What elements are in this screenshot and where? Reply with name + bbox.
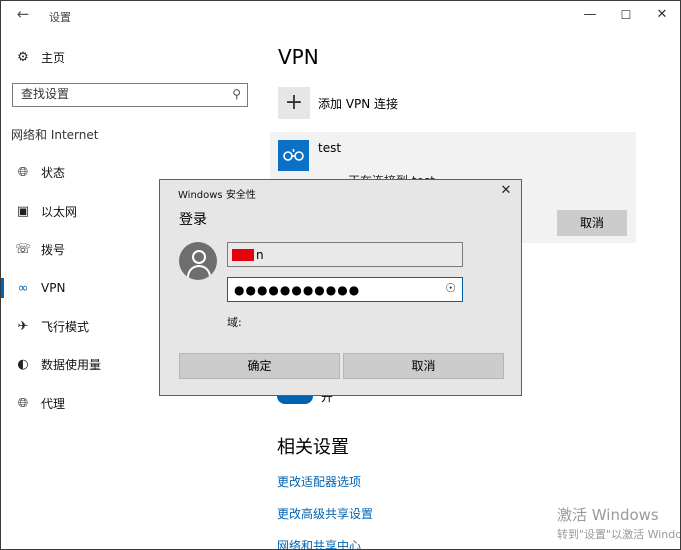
- settings-window: ← 设置 — ☐ ✕ ⚙ 主页 ⚲ 网络和 Internet 🌐︎ 状态 ▣ 以…: [0, 0, 681, 550]
- user-avatar-icon: [179, 242, 217, 280]
- gear-icon: ⚙: [17, 49, 29, 65]
- ethernet-icon: ▣: [16, 203, 30, 219]
- password-input[interactable]: [234, 283, 434, 297]
- dialog-title: Windows 安全性: [178, 190, 256, 201]
- reveal-password-eye-icon[interactable]: ☉: [445, 281, 456, 295]
- active-indicator: [1, 278, 4, 298]
- vpn-cancel-button[interactable]: 取消: [557, 210, 627, 236]
- redaction-mark: [232, 249, 254, 261]
- page-title: VPN: [278, 45, 319, 69]
- sidebar-item-label: 代理: [41, 396, 66, 411]
- vpn-connection-icon: [278, 140, 309, 171]
- sidebar-item-label: 拨号: [41, 242, 66, 257]
- related-settings-heading: 相关设置: [277, 437, 349, 458]
- plus-icon: +: [278, 87, 310, 119]
- link-advanced-sharing[interactable]: 更改高级共享设置: [277, 505, 373, 522]
- proxy-globe-icon: 🌐︎: [17, 395, 29, 411]
- vpn-icon: ∞: [17, 280, 29, 296]
- data-usage-icon: ◐: [17, 356, 29, 372]
- activation-watermark-title: 激活 Windows: [557, 506, 659, 524]
- username-field[interactable]: [227, 242, 463, 267]
- sidebar-item-label: VPN: [41, 281, 66, 295]
- minimize-button[interactable]: —: [576, 5, 604, 25]
- dialog-close-icon[interactable]: ✕: [497, 182, 515, 200]
- globe-icon: 🌐︎: [17, 164, 29, 180]
- sidebar-item-label: 主页: [41, 50, 66, 65]
- sidebar-item-home[interactable]: ⚙ 主页: [1, 45, 241, 69]
- link-network-sharing-center[interactable]: 网络和共享中心: [277, 537, 361, 549]
- cancel-button[interactable]: 取消: [343, 353, 504, 379]
- username-input[interactable]: [256, 248, 456, 262]
- back-arrow-icon[interactable]: ←: [13, 5, 33, 25]
- close-button[interactable]: ✕: [648, 5, 676, 25]
- add-vpn-button[interactable]: + 添加 VPN 连接: [278, 86, 398, 120]
- sidebar-item-label: 飞行模式: [41, 319, 90, 334]
- link-adapter-options[interactable]: 更改适配器选项: [277, 473, 361, 490]
- ok-button[interactable]: 确定: [179, 353, 340, 379]
- sidebar-item-label: 数据使用量: [41, 357, 102, 372]
- windows-security-dialog: Windows 安全性 ✕ 登录 ☉ 域: 确定 取消: [159, 179, 522, 396]
- activation-watermark-text: 转到"设置"以激活 Windows。: [557, 528, 680, 541]
- sidebar-section-title: 网络和 Internet: [11, 128, 99, 142]
- search-box[interactable]: ⚲: [12, 83, 248, 107]
- password-field[interactable]: ☉: [227, 277, 463, 302]
- dialog-heading: 登录: [179, 212, 207, 228]
- window-title: 设置: [49, 11, 71, 24]
- title-bar: ← 设置 — ☐ ✕: [1, 1, 680, 31]
- sidebar-item-label: 以太网: [41, 204, 78, 219]
- vpn-connection-name: test: [318, 141, 342, 155]
- airplane-icon: ✈: [17, 318, 29, 334]
- search-input[interactable]: [21, 87, 221, 101]
- domain-label: 域:: [227, 316, 242, 329]
- sidebar-item-label: 状态: [41, 165, 66, 180]
- dialup-icon: ☏: [14, 241, 32, 257]
- search-icon[interactable]: ⚲: [232, 87, 241, 101]
- add-vpn-label: 添加 VPN 连接: [318, 96, 399, 111]
- maximize-button[interactable]: ☐: [612, 5, 640, 25]
